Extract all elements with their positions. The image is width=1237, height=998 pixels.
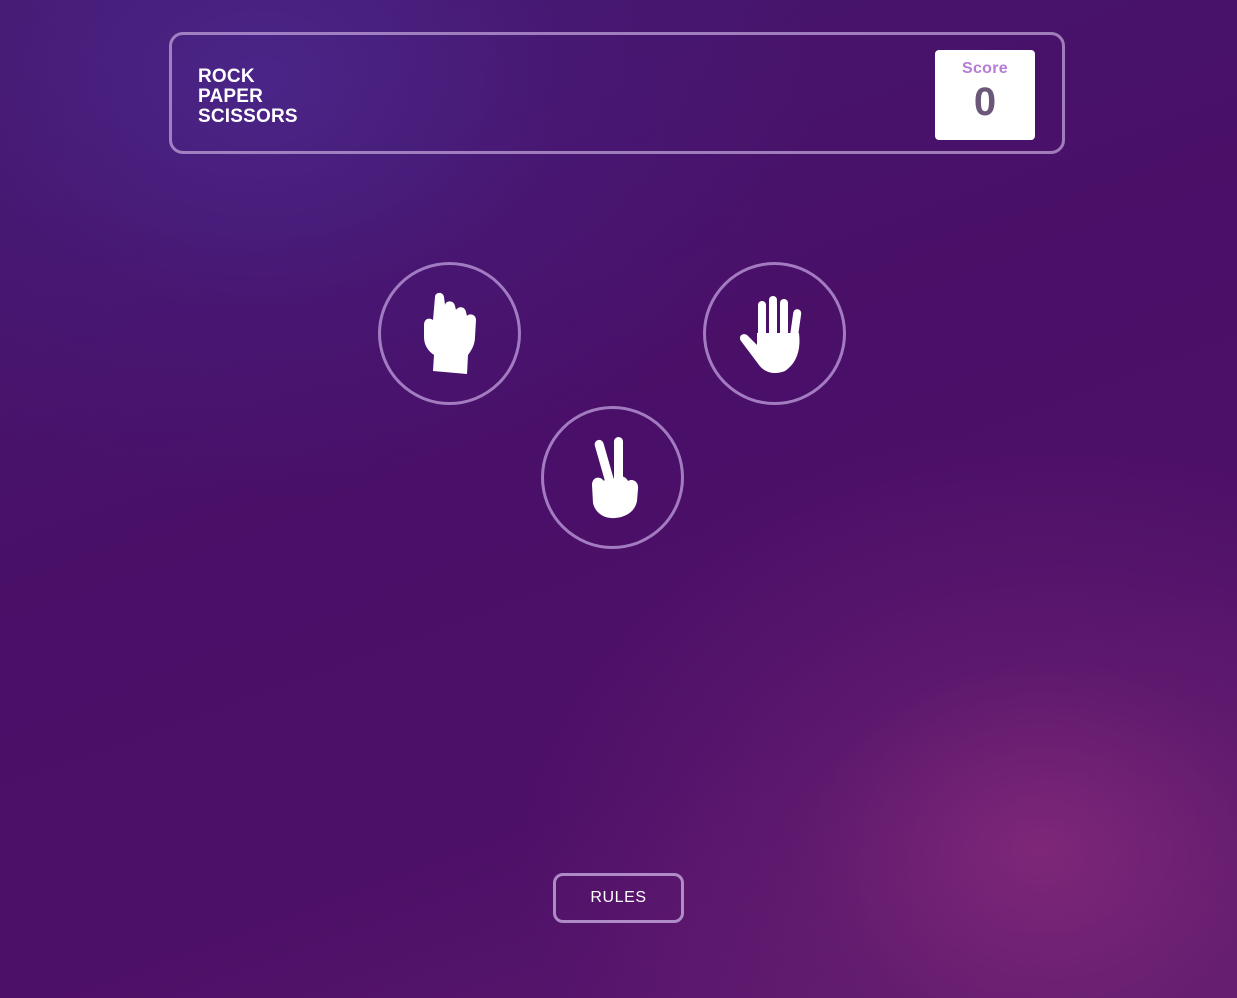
game-title: ROCK PAPER SCISSORS — [198, 67, 298, 127]
rules-button-label: RULES — [590, 889, 647, 906]
score-label: Score — [962, 60, 1008, 77]
scissors-choice-button[interactable] — [541, 406, 684, 549]
title-line-rock: ROCK — [198, 66, 255, 87]
paper-choice-button[interactable] — [703, 262, 846, 405]
title-line-scissors: SCISSORS — [198, 106, 298, 127]
rules-button[interactable]: RULES — [553, 873, 684, 923]
title-line-paper: PAPER — [198, 86, 264, 107]
game-header: ROCK PAPER SCISSORS Score 0 — [169, 32, 1065, 154]
fist-icon — [423, 292, 476, 374]
peace-sign-icon — [591, 436, 638, 518]
score-box: Score 0 — [935, 50, 1035, 140]
score-value: 0 — [973, 80, 997, 124]
open-hand-icon — [739, 295, 801, 373]
rock-choice-button[interactable] — [378, 262, 521, 405]
